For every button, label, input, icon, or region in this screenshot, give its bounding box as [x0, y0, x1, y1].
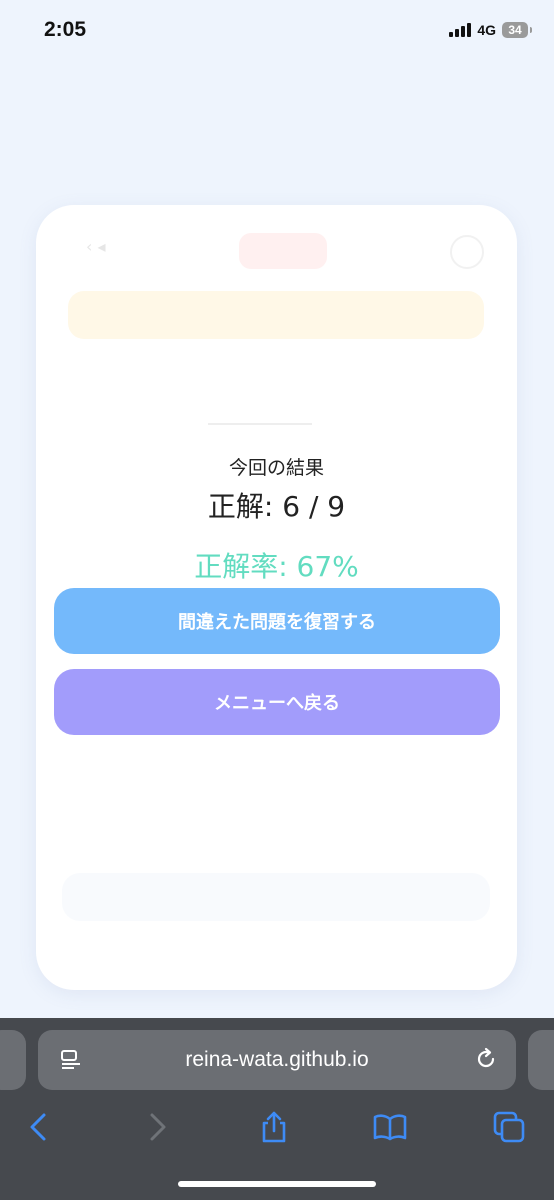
- network-type: 4G: [477, 22, 496, 38]
- back-icon: ‹ ◂: [86, 237, 106, 256]
- forward-icon[interactable]: [140, 1110, 174, 1144]
- status-time: 2:05: [44, 18, 87, 41]
- bookmarks-icon[interactable]: [373, 1110, 407, 1144]
- address-bar[interactable]: reina-wata.github.io: [38, 1030, 516, 1090]
- faded-banner: [68, 291, 484, 339]
- tabs-icon[interactable]: [492, 1110, 526, 1144]
- correct-count: 正解: 6 / 9: [207, 490, 346, 523]
- correct-rate: 正解率: 67%: [194, 550, 359, 583]
- previous-tab-preview[interactable]: [0, 1030, 26, 1090]
- battery-icon: 34: [502, 22, 532, 38]
- cellular-signal-icon: [449, 23, 472, 37]
- battery-level: 34: [508, 23, 522, 37]
- result-heading: 今回の結果: [228, 457, 324, 479]
- result-card: ‹ ◂ 今回の結果 正解: 6 / 9 正解率: 67% 間違えた問題を復習する…: [36, 205, 517, 990]
- home-indicator: [178, 1181, 376, 1187]
- faded-circle-icon: [450, 235, 484, 269]
- faded-input: [208, 393, 312, 425]
- faded-badge: [239, 233, 327, 269]
- faded-lower-button: [62, 873, 490, 921]
- reload-icon[interactable]: [474, 1047, 498, 1071]
- share-icon[interactable]: [257, 1110, 291, 1144]
- back-to-menu-button[interactable]: メニューへ戻る: [54, 669, 500, 735]
- status-bar: 2:05 4G 34: [0, 0, 554, 62]
- back-icon[interactable]: [22, 1110, 56, 1144]
- browser-toolbar: reina-wata.github.io: [0, 1018, 554, 1200]
- next-tab-preview[interactable]: [528, 1030, 554, 1090]
- url-text[interactable]: reina-wata.github.io: [38, 1030, 516, 1090]
- review-mistakes-button[interactable]: 間違えた問題を復習する: [54, 588, 500, 654]
- status-indicators: 4G 34: [449, 22, 532, 38]
